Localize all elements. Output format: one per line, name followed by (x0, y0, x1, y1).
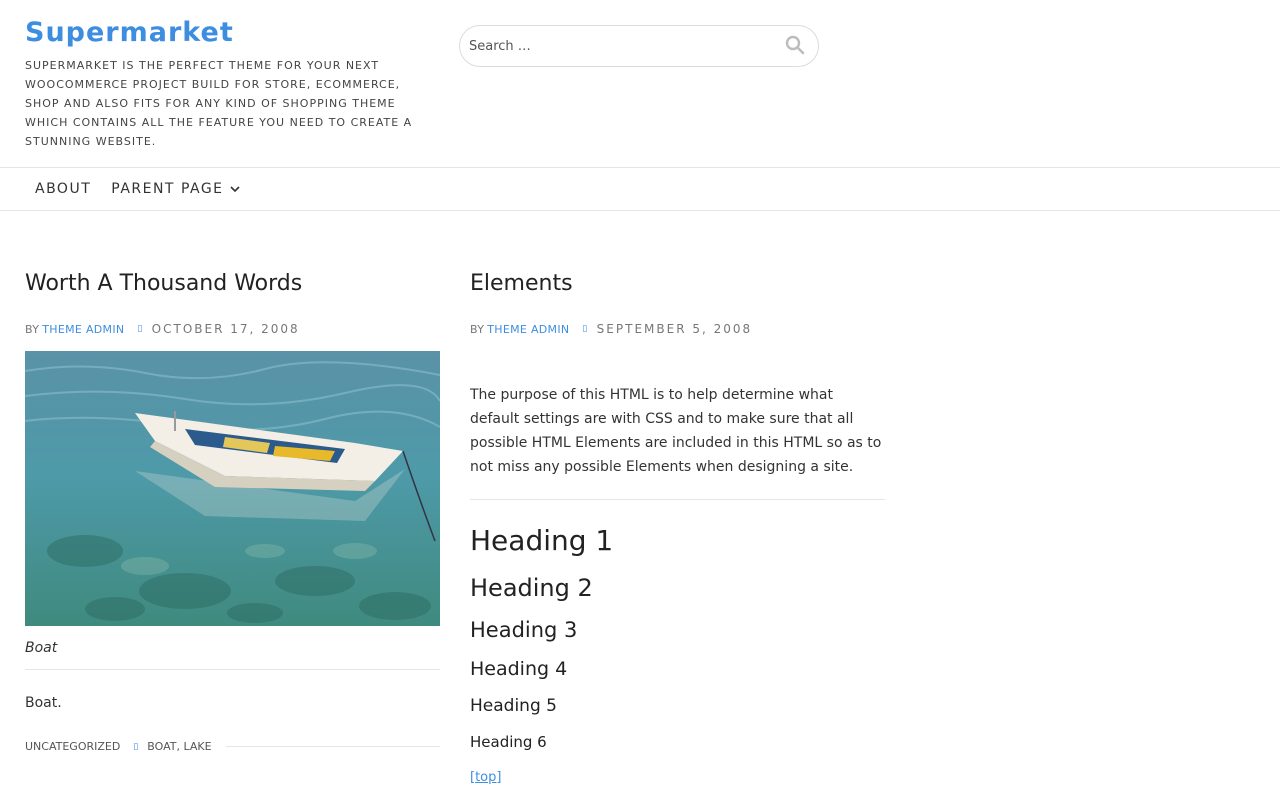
byline-label: BY (25, 322, 40, 336)
search-input[interactable] (460, 26, 772, 66)
post-worth-a-thousand-words: Worth A Thousand Words BY THEME ADMIN ▯ … (25, 269, 440, 753)
tags-links[interactable]: BOAT, LAKE (147, 740, 211, 753)
site-description: SUPERMARKET IS THE PERFECT THEME FOR YOU… (25, 59, 413, 148)
heading-2: Heading 2 (470, 574, 593, 602)
post-title: Elements (470, 269, 885, 299)
post-title-link[interactable]: Elements (470, 271, 573, 296)
main-navigation: ABOUT PARENT PAGE (0, 168, 1280, 211)
post-intro: The purpose of this HTML is to help dete… (470, 387, 882, 475)
main-content: Worth A Thousand Words BY THEME ADMIN ▯ … (0, 211, 1280, 799)
tag-icon: ▯ (133, 741, 139, 752)
post-elements: Elements BY THEME ADMIN ▯ SEPTEMBER 5, 2… (470, 269, 885, 785)
nav-item-label: ABOUT (35, 181, 92, 197)
site-header: Supermarket SUPERMARKET IS THE PERFECT T… (0, 0, 1280, 168)
featured-image[interactable] (25, 351, 440, 626)
post-date-link[interactable]: OCTOBER 17, 2008 (152, 322, 300, 336)
post-title: Worth A Thousand Words (25, 269, 440, 299)
heading-1: Heading 1 (470, 524, 614, 557)
post-meta: BY THEME ADMIN ▯ OCTOBER 17, 2008 (25, 321, 440, 337)
search-button[interactable] (772, 26, 818, 66)
divider (225, 746, 440, 747)
author-link[interactable]: THEME ADMIN (42, 323, 124, 336)
post-title-link[interactable]: Worth A Thousand Words (25, 271, 302, 296)
site-title-link[interactable]: Supermarket (25, 16, 425, 50)
heading-4: Heading 4 (470, 658, 568, 680)
heading-5: Heading 5 (470, 696, 557, 716)
post-meta: BY THEME ADMIN ▯ SEPTEMBER 5, 2008 (470, 321, 885, 337)
nav-item-about[interactable]: ABOUT (35, 181, 91, 197)
image-caption: Boat (25, 640, 58, 656)
byline-label: BY (470, 322, 485, 336)
boat-image (25, 351, 440, 626)
post-date-link[interactable]: SEPTEMBER 5, 2008 (597, 322, 752, 336)
author-link[interactable]: THEME ADMIN (487, 323, 569, 336)
calendar-icon: ▯ (582, 324, 588, 334)
back-to-top-link[interactable]: [top] (470, 770, 501, 785)
branding: Supermarket SUPERMARKET IS THE PERFECT T… (25, 16, 425, 151)
search-form (459, 25, 819, 67)
divider (470, 499, 885, 500)
nav-item-parent-page[interactable]: PARENT PAGE (111, 181, 240, 197)
post-excerpt: Boat. (25, 695, 62, 711)
heading-3: Heading 3 (470, 618, 578, 642)
heading-6: Heading 6 (470, 733, 547, 751)
post-footer: UNCATEGORIZED ▯ BOAT, LAKE (25, 740, 440, 753)
divider (25, 669, 440, 670)
chevron-down-icon (229, 185, 240, 193)
search-icon (785, 35, 805, 58)
calendar-icon: ▯ (137, 324, 143, 334)
category-link[interactable]: UNCATEGORIZED (25, 740, 120, 753)
nav-item-label: PARENT PAGE (111, 181, 224, 197)
